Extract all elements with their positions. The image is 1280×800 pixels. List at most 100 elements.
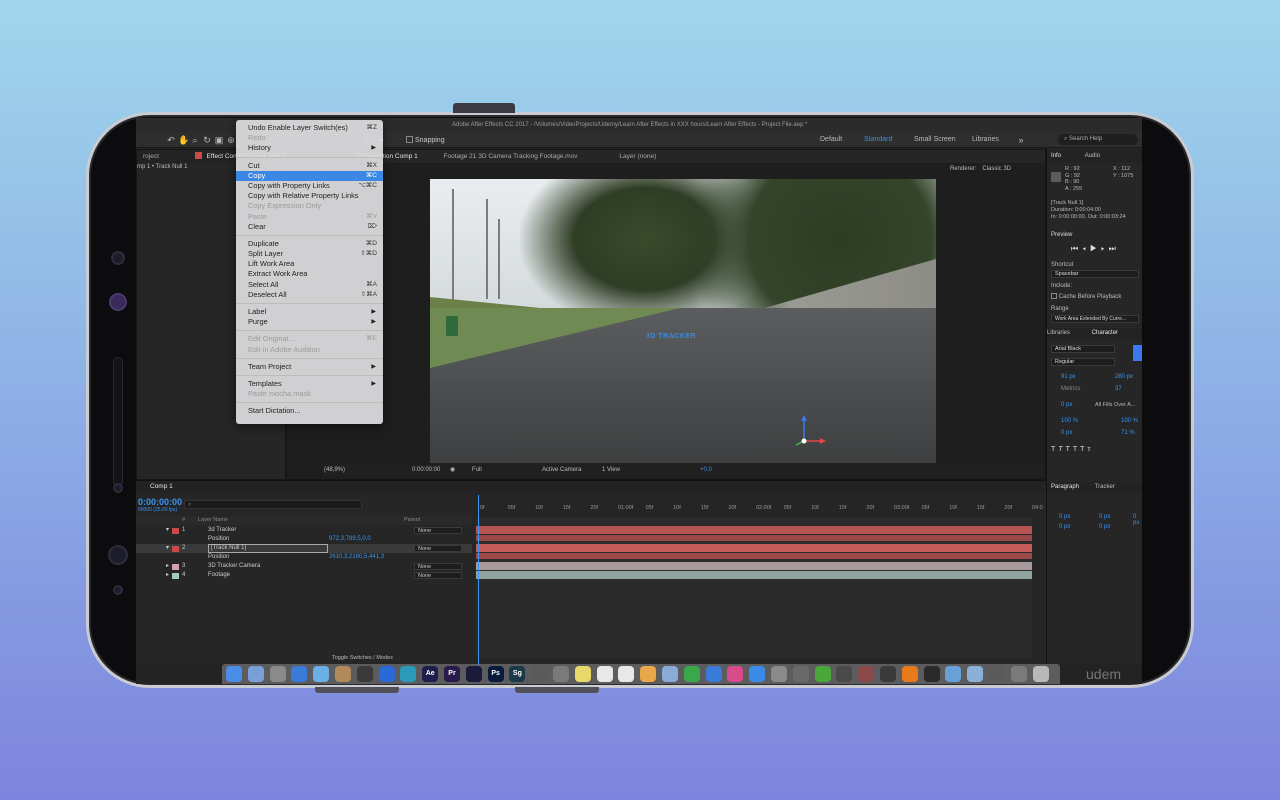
preview-icon[interactable]: [662, 666, 678, 682]
zoom-tool-icon[interactable]: ⌕: [190, 135, 200, 145]
expand-triangle-icon[interactable]: ▾: [166, 544, 169, 553]
system-prefs-icon[interactable]: [269, 666, 286, 682]
tab-character[interactable]: Character: [1092, 330, 1118, 336]
rotate-tool-icon[interactable]: ↻: [202, 135, 212, 145]
layer-label-color[interactable]: [172, 572, 179, 579]
itunes-icon[interactable]: [727, 666, 744, 682]
app-icon[interactable]: [836, 666, 853, 682]
leading-value[interactable]: 280 px: [1115, 374, 1133, 380]
numbers-icon[interactable]: [683, 666, 700, 682]
layer-row[interactable]: ▾ 1 3d Tracker None: [136, 526, 472, 535]
photoshop-icon[interactable]: Ps: [487, 666, 504, 682]
menu-item-start-dictation[interactable]: Start Dictation...: [236, 406, 383, 416]
reminders-icon[interactable]: [596, 666, 613, 682]
xcode-icon[interactable]: [378, 666, 395, 682]
pan-tool-icon[interactable]: ⊕: [226, 135, 236, 145]
layer-bar[interactable]: [476, 562, 1032, 570]
vlc-icon[interactable]: [901, 666, 918, 682]
position-value[interactable]: 972,3,789,5,0,0: [329, 535, 371, 544]
menu-item-copy-with-property-links[interactable]: Copy with Property Links ⌥⌘C: [236, 181, 383, 191]
tab-info[interactable]: Info: [1051, 153, 1061, 159]
app-icon[interactable]: [923, 666, 940, 682]
font-size-value[interactable]: 91 px: [1061, 374, 1076, 380]
parent-dropdown[interactable]: None: [414, 572, 462, 579]
playhead[interactable]: [478, 495, 479, 665]
layer-bar[interactable]: [476, 526, 1032, 534]
position-value[interactable]: 2610,3,2160,5,441,3: [329, 553, 384, 562]
menu-item-copy[interactable]: Copy ⌘C: [236, 170, 383, 181]
3d-view-dropdown[interactable]: Active Camera: [542, 464, 581, 476]
layer-label-color[interactable]: [172, 563, 179, 570]
layer-name[interactable]: 3d Tracker: [208, 526, 236, 535]
launchpad-icon[interactable]: [247, 666, 264, 682]
play-icon[interactable]: ▶: [1090, 244, 1101, 253]
layer-row-selected[interactable]: ▾ 2 [Track Null 1] None: [136, 544, 472, 553]
small-caps-icon[interactable]: Tт: [1080, 446, 1093, 453]
notes-icon[interactable]: [356, 666, 373, 682]
app-icon[interactable]: [880, 666, 896, 682]
composition-viewer[interactable]: 3D TRACKER: [430, 179, 936, 463]
folder-icon[interactable]: [967, 666, 984, 682]
calendar-icon[interactable]: [618, 666, 635, 682]
settings-icon[interactable]: [771, 666, 787, 682]
menu-item-select-all[interactable]: Select All ⌘A: [236, 280, 383, 290]
last-frame-icon[interactable]: ⏭: [1109, 244, 1120, 253]
app-icon[interactable]: [858, 666, 875, 682]
folder-icon[interactable]: [945, 666, 962, 682]
notes-app-icon[interactable]: [574, 666, 591, 682]
layer-name[interactable]: Footage: [208, 571, 230, 580]
expand-triangle-icon[interactable]: ▸: [166, 562, 169, 571]
tab-libraries[interactable]: Libraries: [1047, 330, 1070, 336]
workspace-small-screen[interactable]: Small Screen: [914, 136, 956, 143]
photos-icon[interactable]: [640, 666, 657, 682]
app-icon[interactable]: [553, 666, 569, 682]
timeline-current-time[interactable]: 0:00:00:00: [138, 497, 182, 507]
trash-icon[interactable]: [1032, 666, 1049, 682]
stroke-width-value[interactable]: 0 px: [1061, 402, 1072, 408]
hand-tool-icon[interactable]: ✋: [178, 135, 189, 145]
menu-item-label[interactable]: Label ▶: [236, 307, 383, 317]
fill-color-swatch[interactable]: [1133, 345, 1142, 361]
range-dropdown[interactable]: Work Area Extended By Curre...: [1051, 315, 1139, 323]
layer-row[interactable]: ▸ 4 Footage None: [136, 571, 472, 580]
current-time-display[interactable]: 0:00:00:00: [412, 464, 440, 476]
exposure-value[interactable]: +0,0: [700, 464, 712, 476]
app-icon[interactable]: [792, 666, 809, 682]
premiere-icon[interactable]: Pr: [444, 666, 460, 682]
toggle-switches-modes[interactable]: Toggle Switches / Modes: [332, 655, 393, 661]
kerning-value[interactable]: Metrics: [1061, 386, 1080, 392]
app-icon[interactable]: Sg: [509, 666, 526, 682]
undo-icon[interactable]: ↶: [166, 135, 176, 145]
layer-label-color[interactable]: [172, 545, 179, 552]
workspace-libraries[interactable]: Libraries: [972, 136, 999, 143]
encoder-icon[interactable]: [465, 666, 482, 682]
font-style-dropdown[interactable]: Regular: [1051, 358, 1115, 366]
tab-footage[interactable]: Footage 21 3D Camera Tracking Footage.mo…: [444, 153, 578, 160]
transform-gizmo-icon[interactable]: [792, 411, 832, 451]
tracking-value[interactable]: 37: [1115, 386, 1122, 392]
expand-triangle-icon[interactable]: ▾: [166, 526, 169, 535]
tab-project[interactable]: roject: [143, 153, 159, 160]
parent-dropdown[interactable]: None: [414, 563, 462, 570]
menu-item-templates[interactable]: Templates ▶: [236, 379, 383, 389]
tab-layer[interactable]: Layer (none): [619, 153, 656, 160]
snapshot-icon[interactable]: ◉: [450, 464, 455, 476]
time-ruler[interactable]: 0f 05f 10f 15f 20f 01:00f 05f 10f 15f 20f 02:00f 05…: [476, 499, 1043, 517]
next-frame-icon[interactable]: ▸: [1101, 244, 1109, 253]
renderer-control[interactable]: Renderer: Classic 3D: [950, 166, 1011, 172]
font-family-dropdown[interactable]: Arial Black: [1051, 345, 1115, 353]
utorrent-icon[interactable]: [814, 666, 831, 682]
cache-before-playback-checkbox[interactable]: Cache Before Playback: [1051, 293, 1121, 300]
contacts-icon[interactable]: [335, 666, 351, 682]
space-before-value[interactable]: 0 px: [1059, 524, 1070, 530]
tab-paragraph[interactable]: Paragraph: [1051, 484, 1079, 490]
property-row[interactable]: Position 972,3,789,5,0,0: [136, 535, 472, 544]
snapping-toggle[interactable]: Snapping: [406, 136, 445, 144]
magnification-dropdown[interactable]: (48,9%): [324, 464, 345, 476]
finder-icon[interactable]: [226, 666, 242, 682]
menu-item-history[interactable]: History ▶: [236, 143, 383, 153]
parent-dropdown[interactable]: None: [414, 545, 462, 552]
shortcut-dropdown[interactable]: Spacebar: [1051, 270, 1139, 278]
menu-item-copy-with-relative-property-links[interactable]: Copy with Relative Property Links: [236, 191, 383, 201]
camera-tool-icon[interactable]: ▣: [214, 135, 224, 145]
